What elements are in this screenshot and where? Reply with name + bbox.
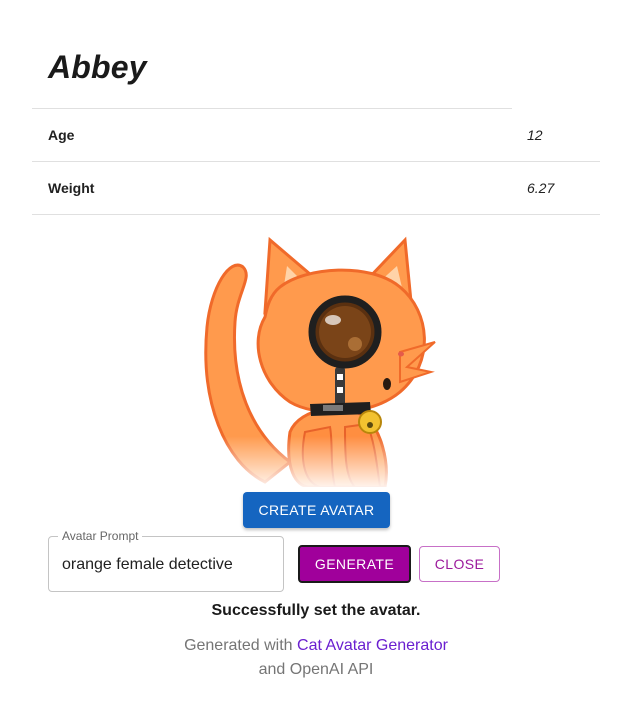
avatar-prompt-field: Avatar Prompt: [48, 529, 284, 592]
footer-prefix: Generated with: [184, 637, 298, 654]
avatar-prompt-label: Avatar Prompt: [58, 529, 143, 543]
avatar-prompt-input[interactable]: [62, 554, 272, 576]
table-row: Weight 6.27: [32, 162, 600, 215]
footer: Generated with Cat Avatar Generator and …: [0, 634, 630, 682]
status-message: Successfully set the avatar.: [211, 602, 421, 619]
weight-label: Weight: [48, 180, 95, 196]
footer-suffix: and OpenAI API: [258, 661, 374, 678]
age-value: 12: [527, 127, 543, 143]
age-label: Age: [48, 127, 75, 143]
cat-avatar-generator-link[interactable]: Cat Avatar Generator: [297, 637, 448, 654]
cat-avatar-image: [195, 232, 445, 487]
weight-value: 6.27: [527, 180, 555, 196]
close-button[interactable]: CLOSE: [419, 546, 500, 582]
cat-details-table: Age 12 Weight 6.27: [32, 109, 600, 215]
generate-button[interactable]: GENERATE: [298, 545, 411, 583]
create-avatar-button[interactable]: CREATE AVATAR: [243, 492, 390, 528]
cat-name-title: Abbey: [48, 49, 147, 85]
table-row: Age 12: [32, 109, 600, 162]
